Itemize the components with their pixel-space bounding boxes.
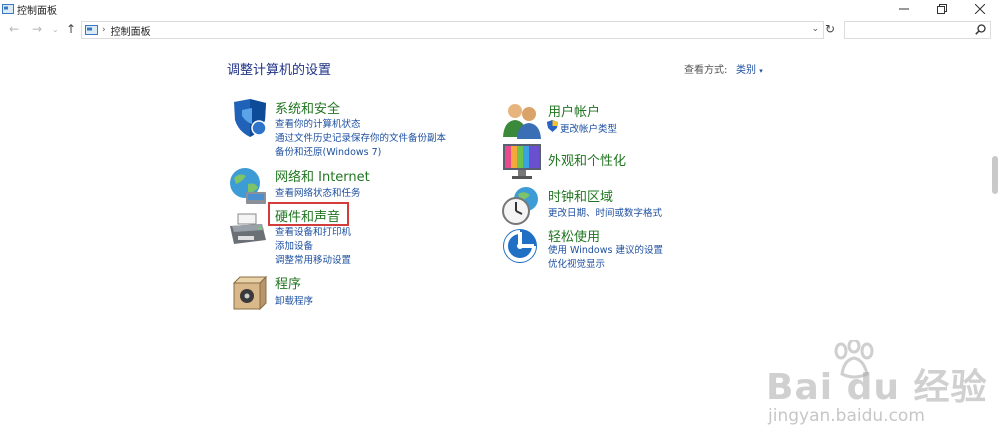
clock-globe-icon[interactable] xyxy=(502,186,542,226)
view-by-dropdown[interactable]: 类别 ▾ xyxy=(736,61,763,76)
category-link[interactable]: 备份和还原(Windows 7) xyxy=(275,144,381,158)
watermark-url: jingyan.baidu.com xyxy=(768,406,925,426)
chevron-down-icon[interactable]: ⌄ xyxy=(811,24,819,34)
view-by-label: 查看方式: xyxy=(684,65,728,76)
annotation-highlight-box xyxy=(268,202,349,226)
page-title: 调整计算机的设置 xyxy=(227,63,332,78)
category-link[interactable]: 优化视觉显示 xyxy=(548,256,605,270)
category-link[interactable]: 查看设备和打印机 xyxy=(275,224,351,238)
category-title[interactable]: 网络和 Internet xyxy=(275,166,370,185)
category-link[interactable]: 更改日期、时间或数字格式 xyxy=(548,205,662,219)
category-link[interactable]: 使用 Windows 建议的设置 xyxy=(548,242,663,256)
forward-arrow-icon[interactable]: → xyxy=(32,22,42,36)
category-title[interactable]: 用户帐户 xyxy=(548,101,600,120)
watermark-logo-text: Bai du 经验 xyxy=(766,367,988,408)
users-icon[interactable] xyxy=(502,101,542,141)
category-link[interactable]: 通过文件历史记录保存你的文件备份副本 xyxy=(275,130,446,144)
chevron-down-icon: ▾ xyxy=(759,67,763,75)
printer-icon[interactable] xyxy=(228,210,268,250)
vertical-scrollbar[interactable] xyxy=(992,156,998,194)
uac-shield-icon xyxy=(547,120,558,132)
control-panel-icon xyxy=(2,4,14,14)
back-arrow-icon[interactable]: ← xyxy=(9,22,19,36)
navigation-bar: ← → ⌄ ↑ › 控制面板 ⌄ ↻ xyxy=(0,19,999,41)
search-input[interactable] xyxy=(844,21,991,39)
search-icon[interactable] xyxy=(975,24,986,35)
category-title[interactable]: 时钟和区域 xyxy=(548,186,613,205)
close-icon xyxy=(975,4,985,14)
category-title[interactable]: 外观和个性化 xyxy=(548,150,626,169)
category-link[interactable]: 查看网络状态和任务 xyxy=(275,185,361,199)
title-bar: 控制面板 xyxy=(0,0,999,18)
up-arrow-icon[interactable]: ↑ xyxy=(66,22,76,36)
category-title[interactable]: 程序 xyxy=(275,273,301,292)
globe-network-icon[interactable] xyxy=(228,166,268,206)
category-link[interactable]: 查看你的计算机状态 xyxy=(275,116,361,130)
category-link[interactable]: 调整常用移动设置 xyxy=(275,252,351,266)
address-bar[interactable]: › 控制面板 ⌄ xyxy=(81,21,824,39)
window-title: 控制面板 xyxy=(17,5,57,17)
restore-button[interactable] xyxy=(923,0,961,18)
control-panel-icon xyxy=(85,25,98,35)
ease-of-access-icon[interactable] xyxy=(502,226,542,266)
breadcrumb-item[interactable]: 控制面板 xyxy=(111,23,151,38)
minimize-button[interactable] xyxy=(885,0,923,18)
close-button[interactable] xyxy=(961,0,999,18)
view-by-value: 类别 xyxy=(736,65,756,76)
shield-icon[interactable] xyxy=(228,98,268,138)
category-title[interactable]: 系统和安全 xyxy=(275,98,340,117)
recent-locations-icon[interactable]: ⌄ xyxy=(52,25,59,34)
restore-icon xyxy=(937,4,947,14)
minimize-icon xyxy=(899,8,909,10)
category-link[interactable]: 更改帐户类型 xyxy=(560,121,617,135)
refresh-icon[interactable]: ↻ xyxy=(825,22,835,36)
breadcrumb-separator: › xyxy=(102,25,106,35)
programs-icon[interactable] xyxy=(228,273,268,313)
monitor-icon[interactable] xyxy=(502,142,542,182)
category-link[interactable]: 添加设备 xyxy=(275,238,313,252)
category-link[interactable]: 卸载程序 xyxy=(275,293,313,307)
